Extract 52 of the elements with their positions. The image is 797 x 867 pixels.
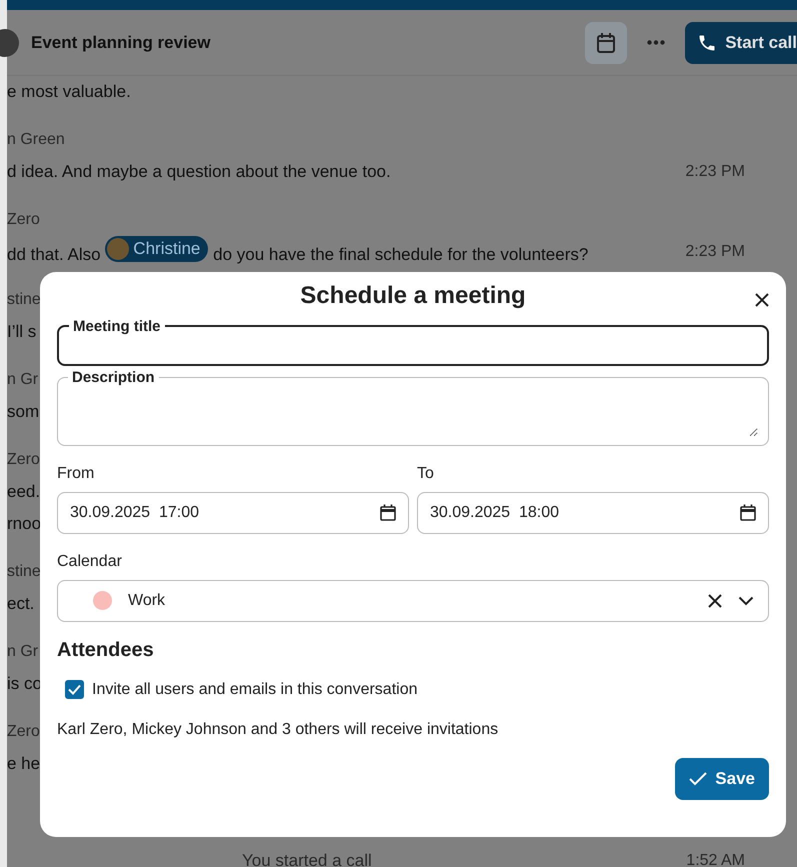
section-heading: Attendees: [57, 638, 155, 662]
message-time: 2:23 PM: [685, 242, 745, 262]
field-label: Meeting title: [72, 318, 162, 334]
checkbox-label[interactable]: Invite all users and emails in this conversation: [92, 678, 418, 702]
author-name: n Green: [7, 130, 65, 150]
save-button[interactable]: Save: [675, 758, 769, 800]
author-name: n Gr: [7, 642, 38, 662]
field-label: Calendar: [57, 552, 123, 572]
invitation-note: Karl Zero, Mickey Johnson and 3 others will receive invitations: [57, 720, 500, 740]
checkbox[interactable]: [65, 680, 84, 700]
phone-icon: [697, 32, 718, 52]
field-label: From: [57, 464, 96, 484]
calendar-icon[interactable]: [380, 504, 396, 522]
textarea-field[interactable]: Description: [57, 370, 769, 446]
clear-button[interactable]: [708, 594, 722, 608]
message-text: rnoo: [7, 513, 42, 535]
message-text: e he: [7, 753, 40, 775]
message-text: ect.: [7, 593, 34, 615]
author-name: Zero: [7, 210, 40, 230]
input-field[interactable]: Meeting title: [57, 318, 769, 366]
calendar-icon[interactable]: [740, 504, 756, 522]
chevron-down-icon: [738, 596, 754, 606]
field-label: Description: [71, 370, 156, 385]
calendar-select[interactable]: Work: [57, 580, 769, 622]
message-text: eed.: [7, 481, 40, 503]
calendar-icon: [596, 32, 616, 54]
message-text: e most valuable.: [7, 81, 131, 103]
author-name: Zero: [7, 450, 40, 470]
author-name: Zero: [7, 722, 40, 742]
author-name: stine: [7, 562, 41, 582]
message-time: 1:52 AM: [686, 851, 745, 867]
message-text: I’ll s: [7, 321, 36, 343]
message-text: som: [7, 401, 40, 423]
message-time: 2:23 PM: [685, 162, 745, 182]
field-label: To: [417, 464, 435, 484]
more-icon: [647, 40, 666, 45]
chat-title: Event planning review: [31, 32, 210, 54]
author-name: n Gr: [7, 370, 38, 390]
message-text: dd that. Also Christine do you have the final schedule for the volunteers?: [7, 236, 588, 268]
message-text: d idea. And maybe a question about the venue too.: [7, 161, 391, 183]
dialog-title: Schedule a meeting: [299, 282, 527, 311]
clear-icon: [708, 594, 722, 608]
calendar-button[interactable]: [585, 22, 628, 64]
check-icon: [689, 772, 708, 786]
system-message: You started a call: [242, 850, 373, 867]
mention-link[interactable]: Christine: [105, 236, 208, 262]
close-icon: [754, 292, 770, 308]
date-field[interactable]: 30.09.2025 18:00: [417, 492, 769, 534]
author-name: stine: [7, 290, 41, 310]
dropdown-toggle-control[interactable]: [738, 596, 754, 606]
start-call-button[interactable]: Start call: [685, 22, 797, 64]
date-field[interactable]: 30.09.2025 17:00: [57, 492, 409, 534]
